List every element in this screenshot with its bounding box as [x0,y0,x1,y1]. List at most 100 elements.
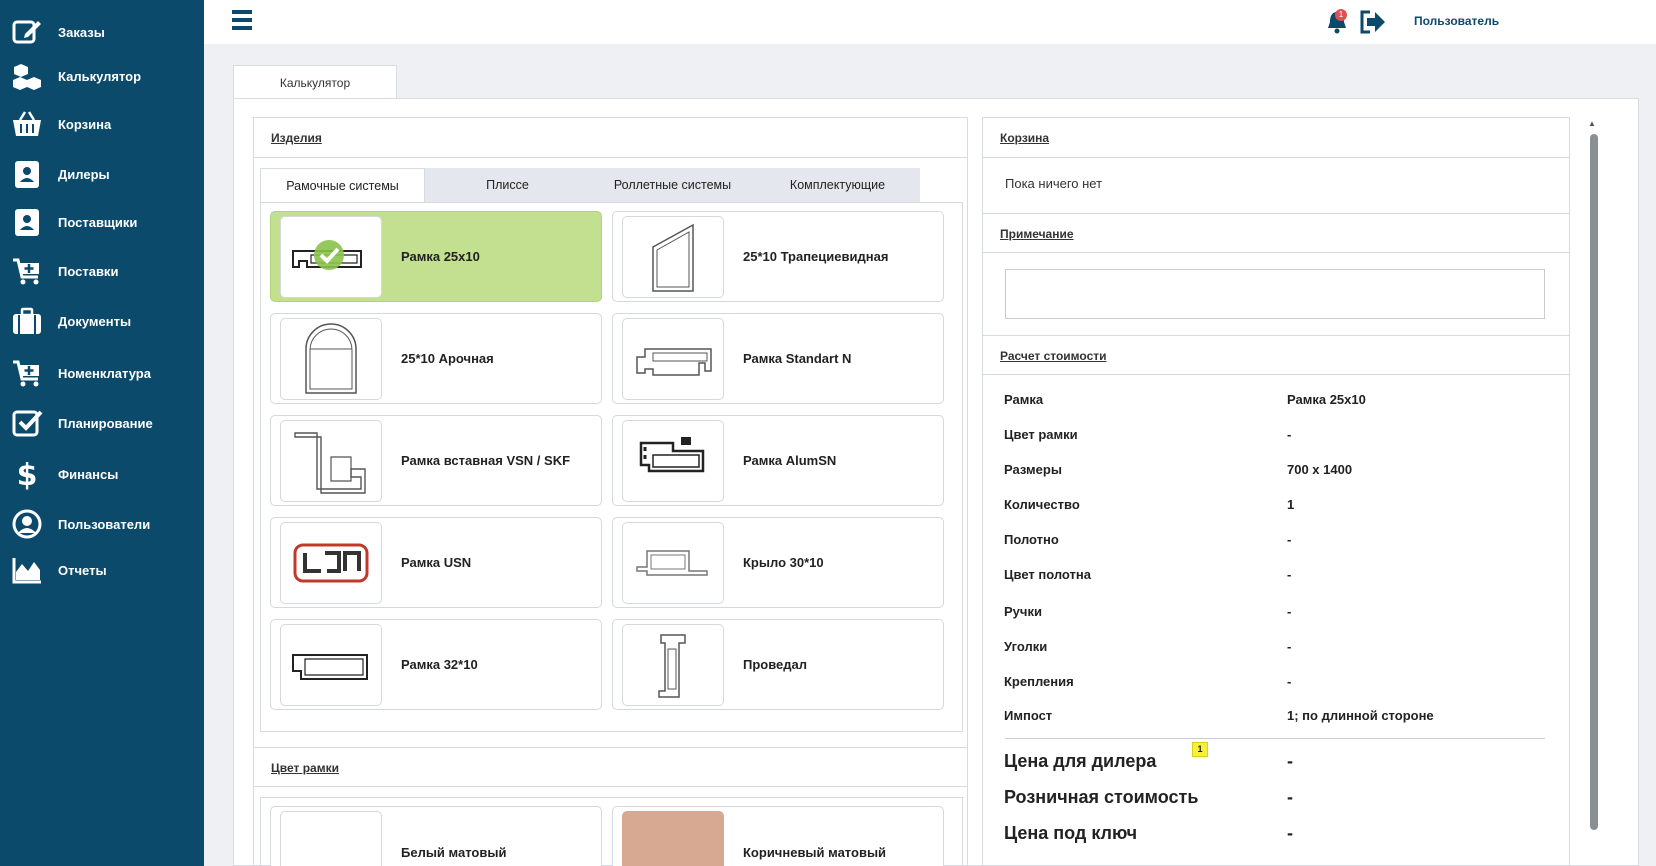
calc-value-quantity: 1 [1287,497,1295,512]
calc-value-fasteners: - [1287,674,1292,689]
product-tile-vsn-skf[interactable]: Рамка вставная VSN / SKF [270,415,602,506]
logout-icon[interactable] [1358,9,1386,35]
sidebar-item-deliveries[interactable]: Поставки [0,248,204,294]
scroll-up-arrow-icon[interactable]: ▲ [1588,119,1596,128]
calc-label-size: Размеры [1004,462,1062,477]
sidebar-item-label: Дилеры [58,166,110,182]
sidebar-item-users[interactable]: Пользователи [0,501,204,547]
product-label: Рамка 25x10 [401,249,480,264]
sidebar-item-label: Поставки [58,263,119,279]
sidebar-item-orders[interactable]: Заказы [0,9,204,55]
sidebar-item-nomenclature[interactable]: Номенклатура [0,350,204,396]
sidebar-item-label: Пользователи [58,516,151,532]
sidebar-item-cart[interactable]: Корзина [0,101,204,147]
calc-value-frame: Рамка 25x10 [1287,392,1366,407]
cart-plus-icon [10,356,44,390]
color-swatch [622,811,724,866]
product-tile-ramka-32x10[interactable]: Рамка 32*10 [270,619,602,710]
color-tile-brown-matte[interactable]: Коричневый матовый [612,806,944,866]
calc-label-frame-color: Цвет рамки [1004,427,1078,442]
product-thumbnail [622,318,724,400]
calc-value-size: 700 x 1400 [1287,462,1353,477]
user-circle-icon [10,507,44,541]
cart-empty-text: Пока ничего нет [1005,176,1103,191]
cart-title[interactable]: Корзина [1000,131,1049,145]
products-header: Изделия [254,118,967,158]
sidebar-item-label: Калькулятор [58,68,142,84]
svg-text:$: $ [17,458,38,490]
dollar-icon: $ [10,457,44,491]
product-label: Крыло 30*10 [743,555,824,570]
sidebar-item-reports[interactable]: Отчеты [0,547,204,593]
sidebar-item-calculator[interactable]: Калькулятор [0,53,204,99]
products-title[interactable]: Изделия [271,131,322,145]
dealer-price-value: - [1287,751,1293,771]
dealer-price-badge[interactable]: 1 [1192,742,1208,757]
product-tile-krylo[interactable]: Крыло 30*10 [612,517,944,608]
calc-label-corners: Уголки [1004,639,1048,654]
note-input[interactable] [1005,269,1545,319]
product-thumbnail [622,522,724,604]
tab-accessories[interactable]: Комплектующие [755,168,920,202]
tab-roller-systems[interactable]: Роллетные системы [590,168,755,202]
product-thumbnail [280,420,382,502]
basket-icon [10,107,44,141]
sidebar-item-label: Отчеты [58,562,107,578]
contact-card-icon [10,205,44,239]
calc-title[interactable]: Расчет стоимости [1000,349,1107,363]
product-tile-provedal[interactable]: Проведал [612,619,944,710]
calc-value-corners: - [1287,639,1292,654]
frame-color-title[interactable]: Цвет рамки [271,761,339,775]
color-label: Коричневый матовый [743,845,887,860]
sidebar-item-suppliers[interactable]: Поставщики [0,199,204,245]
dealer-price-label: Цена для дилера [1004,751,1157,771]
product-label: Рамка USN [401,555,472,570]
tab-frame-systems[interactable]: Рамочные системы [260,168,425,202]
totals-divider [1005,738,1545,739]
calc-value-frame-color: - [1287,427,1292,442]
product-label: 25*10 Трапециевидная [743,249,889,264]
calc-value-impost: 1; по длинной стороне [1287,708,1434,723]
product-label: Рамка вставная VSN / SKF [401,453,571,468]
sidebar-item-finance[interactable]: $ Финансы [0,451,204,497]
product-thumbnail [280,522,382,604]
sidebar-item-label: Финансы [58,466,119,482]
product-tile-ramka-25x10[interactable]: Рамка 25x10 [270,211,602,302]
product-label: Рамка 32*10 [401,657,478,672]
sidebar-item-dealers[interactable]: Дилеры [0,151,204,197]
contact-card-icon [10,157,44,191]
product-thumbnail [280,624,382,706]
sidebar-item-label: Планирование [58,415,153,431]
sidebar-item-documents[interactable]: Документы [0,298,204,344]
topbar: Пользователь [204,0,1656,44]
cart-header: Корзина [983,118,1569,158]
user-menu-link[interactable]: Пользователь [1414,14,1499,28]
calc-label-handles: Ручки [1004,604,1042,619]
sidebar-item-label: Корзина [58,116,112,132]
sidebar-item-label: Документы [58,313,132,329]
tab-plisse[interactable]: Плиссе [425,168,590,202]
product-tile-alumsn[interactable]: Рамка AlumSN [612,415,944,506]
product-thumbnail [622,420,724,502]
calc-label-impost: Импост [1004,708,1053,723]
product-tile-arched[interactable]: 25*10 Арочная [270,313,602,404]
turnkey-price-label: Цена под ключ [1004,823,1138,843]
color-tile-white-matte[interactable]: Белый матовый [270,806,602,866]
calc-label-frame: Рамка [1004,392,1044,407]
product-tile-trapezoid[interactable]: 25*10 Трапециевидная [612,211,944,302]
scrollbar-thumb[interactable] [1590,134,1598,830]
product-thumbnail [622,624,724,706]
product-label: 25*10 Арочная [401,351,494,366]
product-tile-standart-n[interactable]: Рамка Standart N [612,313,944,404]
product-label: Рамка AlumSN [743,453,837,468]
calc-label-mesh-color: Цвет полотна [1004,567,1091,582]
product-label: Рамка Standart N [743,351,852,366]
product-tile-usn[interactable]: Рамка USN [270,517,602,608]
sidebar-item-planning[interactable]: Планирование [0,400,204,446]
calc-value-mesh: - [1287,532,1292,547]
menu-toggle-icon[interactable] [232,10,252,32]
note-title[interactable]: Примечание [1000,227,1074,241]
product-thumbnail [280,216,382,298]
briefcase-icon [10,304,44,338]
tab-calculator[interactable]: Калькулятор [233,65,397,99]
